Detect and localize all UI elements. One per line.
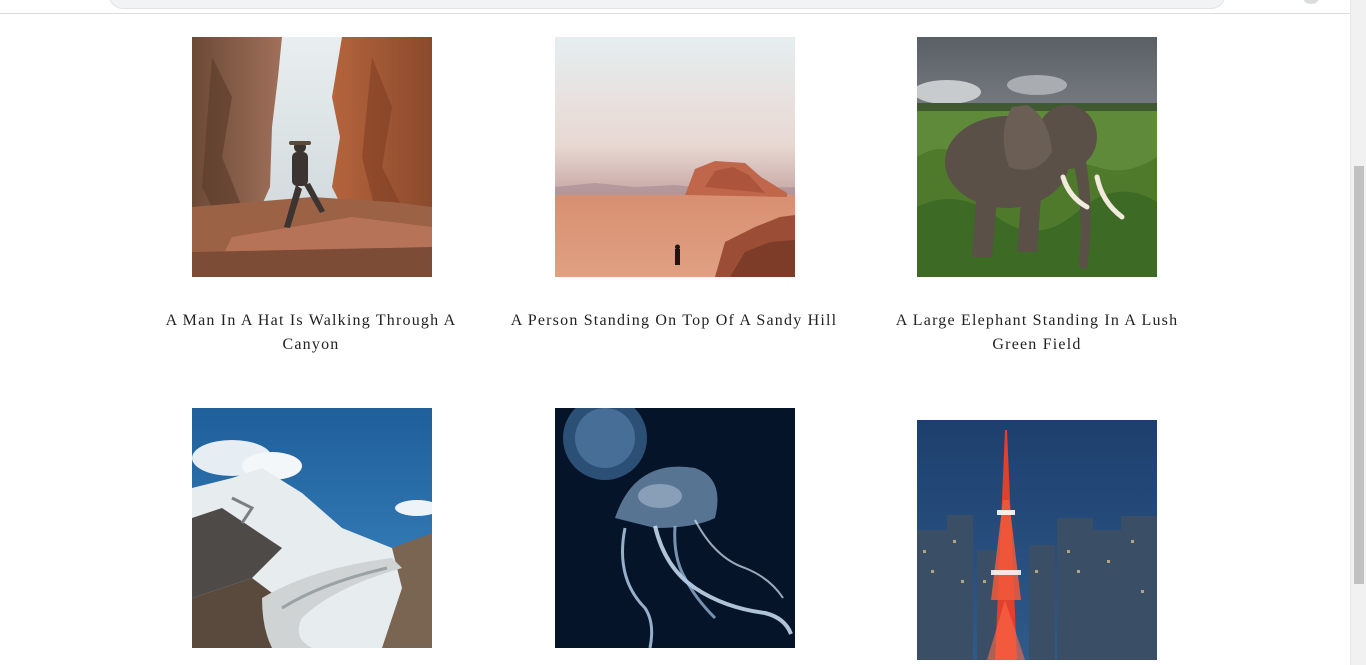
tokyo-tower-image[interactable] (917, 420, 1157, 660)
browser-top-bar (0, 0, 1350, 14)
image-caption: A Person Standing On Top Of A Sandy Hill (510, 312, 838, 329)
desert-rock-photo (555, 37, 795, 277)
canyon-hiker-image[interactable] (192, 37, 432, 277)
jellyfish-photo (555, 408, 795, 648)
avatar[interactable] (1303, 0, 1319, 4)
image-caption: A Large Elephant Standing In A Lush Gree… (895, 312, 1179, 353)
image-caption: A Man In A Hat Is Walking Through A Cany… (165, 312, 457, 353)
vertical-scrollbar[interactable] (1350, 0, 1366, 665)
snowy-mountain-glacier-photo (192, 408, 432, 648)
search-bar[interactable] (108, 0, 1226, 9)
elephant-photo (917, 37, 1157, 277)
jellyfish-image[interactable] (555, 408, 795, 648)
scrollbar-thumb[interactable] (1354, 166, 1364, 584)
canyon-hiker-photo (192, 37, 432, 277)
mountain-glacier-image[interactable] (192, 408, 432, 648)
desert-rock-image[interactable] (555, 37, 795, 277)
elephant-image[interactable] (917, 37, 1157, 277)
tokyo-tower-city-photo (917, 420, 1157, 660)
